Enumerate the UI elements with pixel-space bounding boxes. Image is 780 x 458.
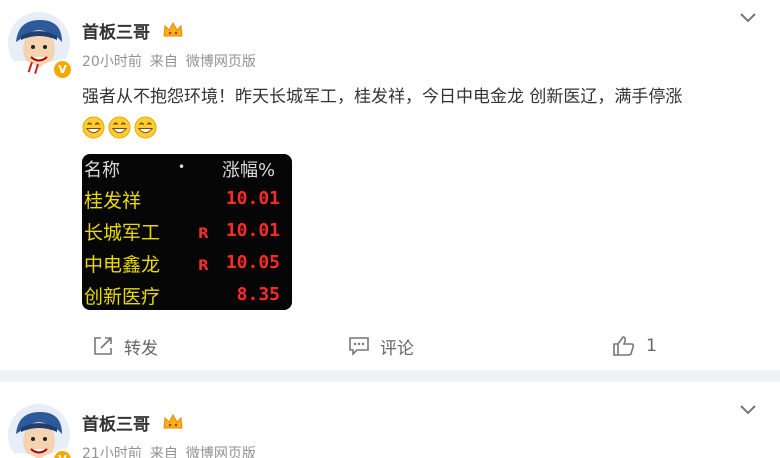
stock-name: 创新医疗 — [84, 286, 161, 308]
post-meta: 20小时前 来自 微博网页版 — [82, 51, 264, 71]
weibo-post: V 首板三哥 20小时前 来自 微博网页版 强者从不抱怨环境！昨天长城军工，桂发祥，… — [0, 0, 780, 370]
stock-change-value: 10.01 — [225, 188, 280, 209]
post-time[interactable]: 20小时前 — [82, 54, 142, 70]
stock-row: 桂发祥 10.01 — [82, 186, 292, 216]
chevron-down-icon[interactable] — [738, 403, 758, 417]
comment-icon — [349, 337, 369, 356]
stock-screenshot-image[interactable]: 名称 • 涨幅% 桂发祥 10.01 长城军工 R 10.01 中电鑫龙 R 1… — [82, 154, 292, 310]
post-actions: 转发 评论 1 — [0, 326, 780, 366]
post-separator — [0, 370, 780, 382]
verified-badge-icon: V — [52, 449, 73, 458]
author-name[interactable]: 首板三哥 — [82, 18, 150, 43]
comment-label: 评论 — [380, 338, 414, 359]
stock-change-value: 10.01 — [225, 220, 280, 241]
repost-icon — [94, 337, 112, 355]
thumbs-up-icon — [613, 336, 635, 356]
stock-header-change: 涨幅% — [222, 160, 276, 181]
stock-flag: R — [198, 258, 209, 274]
stock-name: 长城军工 — [84, 222, 161, 244]
like-button[interactable]: 1 — [612, 334, 657, 358]
stock-name: 桂发祥 — [84, 190, 142, 212]
crown-icon — [163, 413, 183, 429]
post-meta: 21小时前 来自 微博网页版 — [82, 443, 264, 458]
stock-change-value: 10.05 — [225, 252, 280, 273]
crown-icon — [163, 21, 183, 37]
repost-label: 转发 — [124, 338, 158, 359]
author-name[interactable]: 首板三哥 — [82, 410, 150, 435]
like-count: 1 — [646, 336, 657, 356]
stock-name: 中电鑫龙 — [84, 254, 161, 276]
repost-button[interactable]: 转发 — [92, 334, 158, 359]
chevron-down-icon[interactable] — [738, 11, 758, 25]
stock-header-name: 名称 — [84, 160, 120, 181]
post-from-label: 来自 — [149, 446, 178, 458]
grin-emoji-icon — [134, 116, 157, 139]
stock-flag: R — [198, 226, 209, 242]
stock-header-dot: • — [178, 160, 186, 174]
stock-row: 长城军工 R 10.01 — [82, 218, 292, 248]
post-from-label: 来自 — [149, 54, 178, 70]
post-text: 强者从不抱怨环境！昨天长城军工，桂发祥，今日中电金龙 创新医辽，满手停涨 — [82, 87, 683, 107]
verified-badge-icon: V — [52, 59, 73, 80]
stock-table-header: 名称 • 涨幅% — [82, 156, 292, 182]
stock-row: 创新医疗 8.35 — [82, 282, 292, 310]
emoji-row — [82, 116, 160, 140]
stock-change-value: 8.35 — [236, 284, 280, 305]
comment-button[interactable]: 评论 — [348, 334, 414, 359]
post-source: 微博网页版 — [185, 54, 256, 70]
post-source: 微博网页版 — [185, 446, 256, 458]
stock-row: 中电鑫龙 R 10.05 — [82, 250, 292, 280]
weibo-post: V 首板三哥 21小时前来自微博网页版 — [0, 382, 780, 458]
grin-emoji-icon — [108, 116, 131, 139]
post-time[interactable]: 21小时前 — [82, 446, 142, 458]
grin-emoji-icon — [82, 116, 105, 139]
